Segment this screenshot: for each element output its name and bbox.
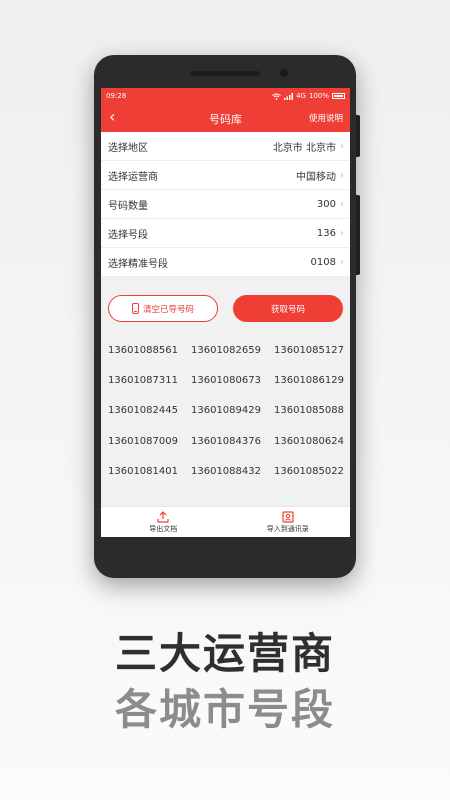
status-bar: 09:28 4G 100% [101,88,350,104]
clear-numbers-button[interactable]: 清空已导号码 [108,295,218,322]
setting-value-wrap: 0108 › [311,257,344,268]
setting-value-wrap: 300 › [317,199,344,210]
phone-number[interactable]: 13601087311 [108,375,191,386]
promo-headline: 三大运营商 [114,629,335,678]
bottom-toolbar: 导出文档 导入到通讯录 [101,506,350,537]
phone-number[interactable]: 13601082445 [108,405,191,416]
chevron-right-icon: › [340,140,344,152]
get-numbers-label: 获取号码 [270,304,305,315]
number-row: 13601087311 13601080673 13601086129 [108,365,348,395]
setting-label: 号码数量 [108,200,148,212]
phone-number[interactable]: 13601080673 [191,375,274,386]
phone-speaker [190,71,260,76]
phone-number[interactable]: 13601087009 [108,436,191,447]
nav-bar: ‹ 号码库 使用说明 [101,104,350,132]
help-link[interactable]: 使用说明 [309,112,343,124]
phone-number[interactable]: 13601085127 [274,345,350,356]
action-row: 清空已导号码 获取号码 [101,277,350,337]
phone-power-button [356,195,360,275]
setting-value-wrap: 中国移动 › [296,168,344,183]
export-document-label: 导出文档 [149,524,178,533]
status-indicators: 4G 100% [272,92,345,100]
setting-value: 中国移动 [296,171,336,183]
chevron-right-icon: › [340,227,344,239]
setting-label: 选择地区 [108,142,148,154]
phone-camera [280,69,288,77]
network-type: 4G [296,92,306,100]
promo-subline: 各城市号段 [114,685,335,734]
phone-icon [131,303,139,314]
number-row: 13601082445 13601089429 13601085088 [108,396,348,426]
setting-value: 300 [316,198,336,210]
export-document-button[interactable]: 导出文档 [101,507,226,537]
number-row: 13601088561 13601082659 13601085127 [108,335,348,365]
phone-number[interactable]: 13601084376 [191,436,274,447]
battery-percent: 100% [308,92,329,100]
chevron-right-icon: › [340,256,344,268]
contacts-icon [282,510,294,523]
chevron-right-icon: › [340,198,344,210]
setting-row-prefix[interactable]: 选择号段 136 › [101,219,350,248]
phone-number[interactable]: 13601085022 [274,466,350,477]
get-numbers-button[interactable]: 获取号码 [233,295,343,322]
setting-row-carrier[interactable]: 选择运营商 中国移动 › [101,161,350,190]
phone-number[interactable]: 13601088432 [191,466,274,477]
setting-value: 北京市 北京市 [272,142,336,154]
upload-icon [157,510,169,523]
signal-icon [284,92,294,100]
setting-row-quantity[interactable]: 号码数量 300 › [101,190,350,219]
phone-number[interactable]: 13601085088 [274,405,350,416]
import-contacts-button[interactable]: 导入到通讯录 [226,507,351,537]
number-list: 13601088561 13601082659 13601085127 1360… [108,335,348,487]
setting-value-wrap: 北京市 北京市 › [273,139,344,154]
phone-number[interactable]: 13601089429 [191,405,274,416]
phone-number[interactable]: 13601086129 [274,375,350,386]
number-row: 13601087009 13601084376 13601080624 [108,426,348,456]
phone-number[interactable]: 13601088561 [108,345,191,356]
phone-volume-button [356,115,360,157]
phone-number[interactable]: 13601080624 [274,436,350,447]
setting-label: 选择精准号段 [108,258,168,270]
status-time: 09:28 [106,92,127,100]
setting-value: 0108 [310,256,336,268]
setting-row-region[interactable]: 选择地区 北京市 北京市 › [101,132,350,161]
number-panel: 清空已导号码 获取号码 13601088561 13601082659 1360… [101,277,350,537]
app-screen: 09:28 4G 100% ‹ 号码库 使用说明 选择地区 北京市 北京市 › … [101,88,350,537]
phone-number[interactable]: 13601082659 [191,345,274,356]
number-row: 13601081401 13601088432 13601085022 [108,457,348,487]
setting-value-wrap: 136 › [317,228,344,239]
chevron-right-icon: › [340,169,344,181]
setting-row-exact-prefix[interactable]: 选择精准号段 0108 › [101,248,350,277]
settings-list: 选择地区 北京市 北京市 › 选择运营商 中国移动 › 号码数量 300 › 选… [101,132,350,277]
battery-icon [332,93,345,99]
setting-label: 选择号段 [108,229,148,241]
import-contacts-label: 导入到通讯录 [266,524,309,533]
phone-number[interactable]: 13601081401 [108,466,191,477]
clear-numbers-label: 清空已导号码 [142,304,194,315]
setting-value: 136 [316,227,336,239]
setting-label: 选择运营商 [108,171,158,183]
wifi-icon [272,93,281,100]
